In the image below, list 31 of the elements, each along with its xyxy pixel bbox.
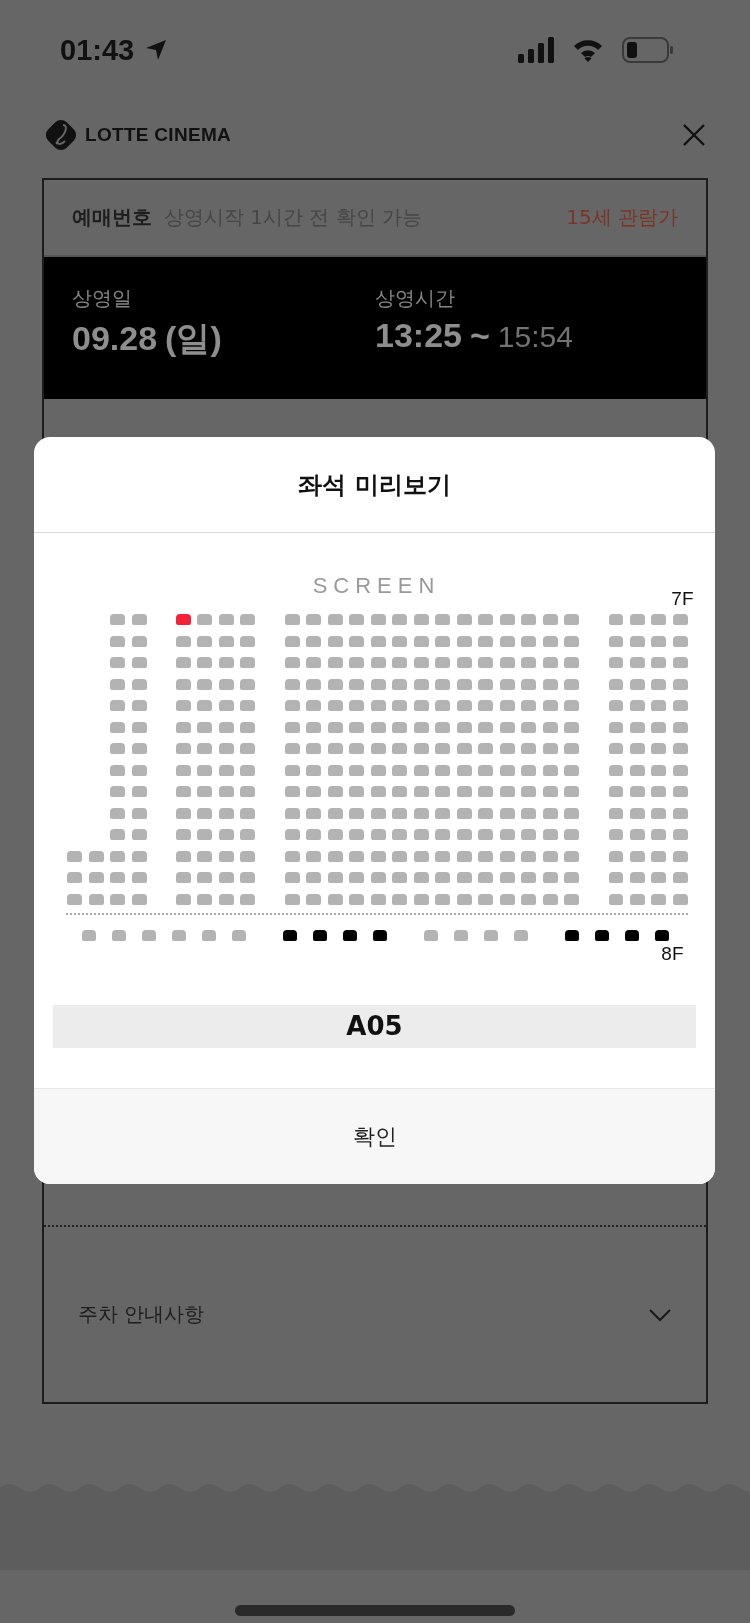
seat[interactable] [372, 929, 387, 941]
floor-label: 8F [661, 942, 684, 965]
date-label: 상영일 [72, 285, 133, 312]
dialog-title: 좌석 미리보기 [34, 437, 715, 533]
seat[interactable] [342, 929, 357, 941]
chevron-icon [648, 1307, 672, 1322]
booking-label: 예매번호 [72, 204, 152, 231]
status-time: 01:43 [60, 33, 135, 67]
floor-label: 7F [671, 588, 694, 610]
age-rating: 15세 관람가 [566, 204, 678, 231]
wifi-icon [572, 38, 604, 62]
tilde: ~ [469, 316, 490, 355]
show-weekday: (일) [165, 318, 222, 359]
screen-label: SCREEN [312, 573, 441, 599]
seat[interactable] [594, 929, 609, 941]
close-icon[interactable] [682, 123, 706, 147]
seat[interactable] [282, 929, 297, 941]
location-arrow-icon [144, 38, 169, 62]
brand-name: LOTTE CINEMA [85, 124, 232, 146]
seat[interactable] [624, 929, 639, 941]
battery-icon [622, 37, 674, 63]
selected-seat: A05 [53, 1004, 696, 1048]
confirm-button[interactable]: 확인 [34, 1088, 715, 1184]
signal-icon [518, 37, 554, 63]
seat[interactable] [564, 929, 579, 941]
time-label: 상영시간 [375, 285, 456, 312]
show-date: 09.28 [72, 319, 158, 358]
seat[interactable] [654, 929, 669, 941]
end-time: 15:54 [497, 320, 573, 354]
seat[interactable] [312, 929, 327, 941]
start-time: 13:25 [375, 316, 462, 355]
